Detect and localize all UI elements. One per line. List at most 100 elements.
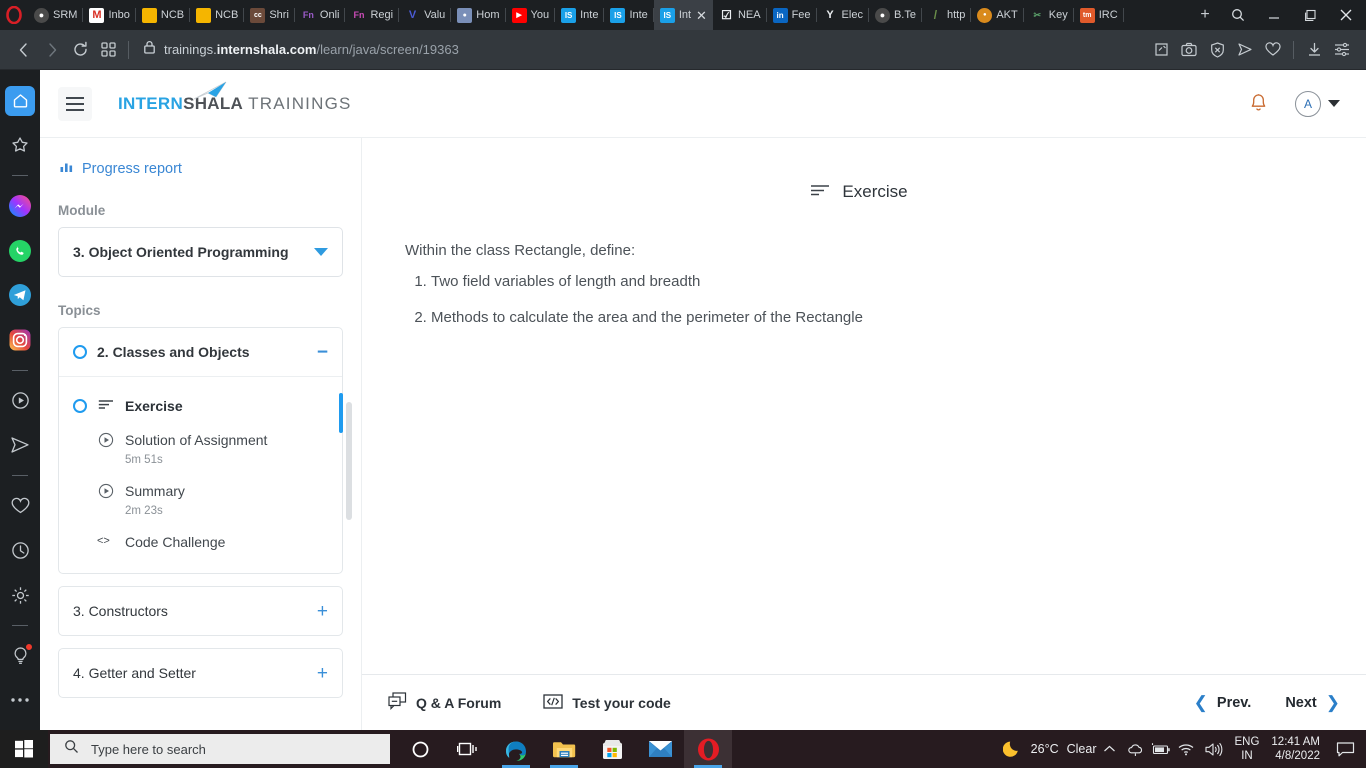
browser-tab[interactable]: ☑ NEA [713,0,767,30]
url-domain: internshala.com [216,42,317,57]
topic-header[interactable]: 3. Constructors + [59,587,342,635]
internshala-logo[interactable]: INTERNSHALA TRAININGS [118,81,352,114]
browser-tab[interactable]: Fn Regi [345,0,399,30]
browser-tab[interactable]: NCB [136,0,191,30]
mail-icon[interactable] [636,730,684,768]
browser-tab[interactable]: in Fee [767,0,817,30]
qa-forum-button[interactable]: Q & A Forum [388,692,501,713]
chevron-down-icon[interactable] [314,248,328,256]
tab-search-icon[interactable] [1220,0,1256,30]
send-messages-icon[interactable] [5,430,35,460]
volume-icon[interactable] [1200,742,1226,757]
module-dropdown[interactable]: 3. Object Oriented Programming [58,227,343,277]
browser-tab[interactable]: V Valu [399,0,452,30]
browser-tab[interactable]: ● AKT [971,0,1025,30]
settings-gear-icon[interactable] [5,580,35,610]
taskbar-search-input[interactable]: Type here to search [50,734,390,764]
download-icon[interactable] [1300,36,1328,64]
taskbar-search-placeholder: Type here to search [91,741,206,757]
browser-tab[interactable]: NCB [190,0,245,30]
sidebar-scrollbar[interactable] [346,388,352,658]
hamburger-icon[interactable] [58,86,92,121]
heart-icon[interactable] [5,491,35,521]
bell-icon[interactable] [1248,90,1269,118]
browser-tab[interactable]: M Inbo [83,0,137,30]
close-window-icon[interactable] [1328,0,1364,30]
heart-icon[interactable] [1259,36,1287,64]
browser-tab[interactable]: ● B.Te [869,0,922,30]
bookmarks-star-icon[interactable] [5,131,35,161]
maximize-icon[interactable] [1292,0,1328,30]
telegram-icon[interactable] [5,280,35,310]
browser-tab[interactable]: ▶ You [506,0,556,30]
lesson-item[interactable]: <> Code Challenge [59,525,342,559]
easy-setup-icon[interactable] [1328,36,1356,64]
browser-tab[interactable]: ● SRM [28,0,84,30]
back-icon[interactable] [10,36,38,64]
snapshot-icon[interactable] [1175,36,1203,64]
reload-icon[interactable] [66,36,94,64]
file-explorer-icon[interactable] [540,730,588,768]
browser-tab[interactable]: / http [922,0,972,30]
browser-tabs[interactable]: ● SRM M Inbo NCB NCB cc Shri Fn Onli Fn Regi V Valu ● H… [28,0,1190,30]
browser-tab[interactable]: ✂ Key [1024,0,1074,30]
weather-widget[interactable]: 26°C Clear [1002,738,1096,761]
minimize-icon[interactable] [1256,0,1292,30]
player-icon[interactable] [5,386,35,416]
address-bar[interactable]: trainings.internshala.com/learn/java/scr… [135,36,1147,64]
user-menu[interactable]: A [1295,90,1340,117]
instagram-icon[interactable] [5,325,35,355]
browser-tab[interactable]: cc Shri [244,0,295,30]
language-indicator[interactable]: ENG IN [1226,735,1267,763]
clock[interactable]: 12:41 AM 4/8/2022 [1267,735,1330,763]
tab-grid-icon[interactable] [94,36,122,64]
next-button[interactable]: Next ❯ [1285,693,1340,713]
chevron-down-icon[interactable] [1328,100,1340,107]
edge-icon[interactable] [492,730,540,768]
scrollbar-thumb[interactable] [346,402,352,520]
chevron-up-icon[interactable] [1096,744,1122,754]
topic-header[interactable]: 2. Classes and Objects − [59,328,342,376]
more-dots-icon[interactable] [5,685,35,715]
history-clock-icon[interactable] [5,536,35,566]
tab-label: NCB [160,9,185,21]
shield-blocked-icon[interactable] [1203,36,1231,64]
task-view-icon[interactable] [444,730,492,768]
linkedin-icon: in [772,7,788,23]
action-center-icon[interactable] [1330,741,1360,758]
onedrive-icon[interactable] [1122,742,1148,757]
collapse-icon[interactable]: − [317,343,328,362]
test-your-code-button[interactable]: Test your code [543,693,671,713]
home-icon[interactable] [5,86,35,116]
browser-tab[interactable]: Y Elec [817,0,870,30]
wifi-icon[interactable] [1174,742,1200,756]
opera-icon[interactable] [684,730,732,768]
windows-start-icon[interactable] [0,730,48,768]
browser-tab[interactable]: tm IRC [1074,0,1124,30]
tab-close-icon[interactable]: ✕ [695,9,707,22]
microsoft-store-icon[interactable] [588,730,636,768]
whatsapp-icon[interactable] [5,236,35,266]
send-icon[interactable] [1231,36,1259,64]
expand-icon[interactable]: + [317,602,328,621]
browser-tab[interactable]: IS Inte [555,0,605,30]
browser-tab[interactable]: Fn Onli [295,0,346,30]
browser-tab[interactable]: IS Int ✕ [653,0,713,30]
cortana-icon[interactable] [396,730,444,768]
pin-icon[interactable] [1147,36,1175,64]
avatar[interactable]: A [1295,90,1321,117]
browser-tab[interactable]: ● Hom [451,0,506,30]
battery-icon[interactable] [1148,742,1174,756]
messenger-icon[interactable] [5,191,35,221]
expand-icon[interactable]: + [317,664,328,683]
progress-report-link[interactable]: Progress report [58,154,343,177]
new-tab-button[interactable]: + [1190,0,1220,30]
topic-header[interactable]: 4. Getter and Setter + [59,649,342,697]
lesson-item[interactable]: Summary 2m 23s [59,474,342,525]
lesson-item[interactable]: Exercise [59,389,343,433]
browser-tab[interactable]: IS Inte [604,0,655,30]
tips-bulb-icon[interactable] [5,641,35,671]
lesson-item[interactable]: Solution of Assignment 5m 51s [59,423,342,474]
prev-button[interactable]: ❮ Prev. [1194,693,1252,713]
forward-icon[interactable] [38,36,66,64]
